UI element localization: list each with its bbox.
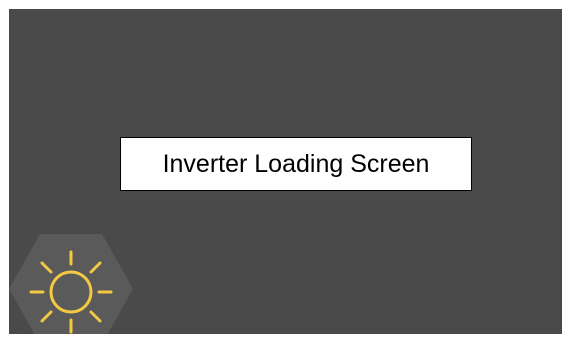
loading-screen: Inverter Loading Screen [9,9,562,334]
screen-title: Inverter Loading Screen [120,137,472,191]
sun-badge [9,234,133,334]
